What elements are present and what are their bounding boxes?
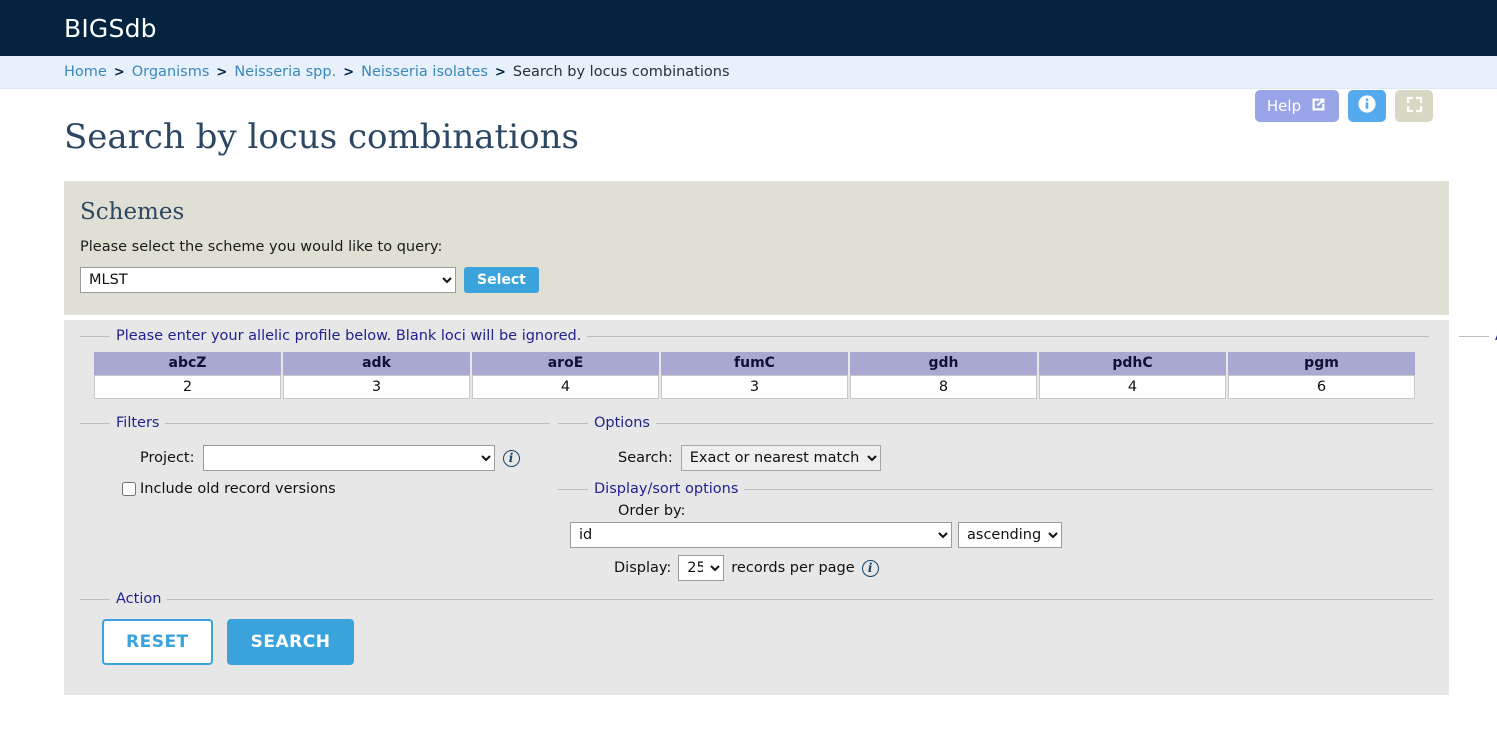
breadcrumb: Home > Organisms > Neisseria spp. > Neis… [0, 56, 1497, 89]
options-fieldset: Options Search: Exact or nearest match [558, 415, 1433, 481]
help-button-label: Help [1266, 97, 1302, 115]
locus-header-fumC: fumC [661, 352, 848, 375]
include-old-versions-label[interactable]: Include old record versions [140, 481, 336, 497]
select-scheme-button[interactable]: Select [464, 267, 539, 293]
action-fieldset: Action RESET SEARCH [80, 591, 1433, 675]
app-header: BIGSdb [0, 0, 1497, 56]
locus-header-row: abcZ adk aroE fumC gdh pdhC pgm [94, 352, 1415, 375]
query-panel: Please enter your allelic profile below.… [64, 320, 1497, 695]
page-toolbar: Help [1255, 90, 1433, 122]
locus-input-adk[interactable] [284, 376, 469, 398]
options-legend: Options [594, 415, 650, 431]
locus-value-row [94, 375, 1415, 399]
search-button[interactable]: SEARCH [226, 619, 355, 665]
locus-input-fumC[interactable] [662, 376, 847, 398]
order-by-row: id ascending [570, 522, 1421, 548]
locus-header-pdhC: pdhC [1039, 352, 1226, 375]
allelic-profile-fieldset: Please enter your allelic profile below.… [80, 328, 1429, 409]
records-per-page-select[interactable]: 25 [678, 555, 725, 581]
app-brand: BIGSdb [64, 13, 157, 43]
locus-table: abcZ adk aroE fumC gdh pdhC pgm [92, 352, 1417, 399]
help-button[interactable]: Help [1255, 90, 1339, 122]
records-per-page-row: Display: 25 records per page i [614, 555, 1421, 581]
action-buttons: RESET SEARCH [102, 619, 1421, 665]
breadcrumb-separator: > [216, 64, 228, 80]
include-old-versions-row: Include old record versions [122, 481, 538, 497]
records-per-page-suffix: records per page [731, 560, 855, 576]
breadcrumb-item-home[interactable]: Home [64, 64, 107, 80]
filters-fieldset: Filters Project: i Include old record ve… [80, 415, 550, 507]
locus-header-adk: adk [283, 352, 470, 375]
locus-header-aroE: aroE [472, 352, 659, 375]
locus-input-aroE[interactable] [473, 376, 658, 398]
locus-header-abcZ: abcZ [94, 352, 281, 375]
info-button[interactable] [1348, 90, 1386, 122]
schemes-instruction: Please select the scheme you would like … [80, 239, 443, 255]
breadcrumb-separator: > [343, 64, 355, 80]
external-link-icon [1310, 96, 1327, 117]
autofill-fieldset: Autofill profile by searching remote dat… [1459, 328, 1497, 396]
display-label: Display: [614, 560, 672, 576]
filters-column: Filters Project: i Include old record ve… [80, 415, 550, 507]
profile-autofill-row: Please enter your allelic profile below.… [80, 328, 1497, 409]
action-legend: Action [116, 591, 162, 607]
project-label: Project: [140, 450, 195, 466]
locus-header-gdh: gdh [850, 352, 1037, 375]
sort-direction-select[interactable]: ascending [958, 522, 1062, 548]
schemes-panel: Schemes Please select the scheme you wou… [64, 181, 1449, 315]
display-sort-legend: Display/sort options [594, 481, 739, 497]
expand-icon [1405, 95, 1424, 118]
locus-input-abcZ[interactable] [95, 376, 280, 398]
locus-input-pdhC[interactable] [1040, 376, 1225, 398]
breadcrumb-item-neisseria-isolates[interactable]: Neisseria isolates [361, 64, 488, 80]
filters-options-row: Filters Project: i Include old record ve… [80, 415, 1433, 591]
scheme-select[interactable]: MLST [80, 267, 456, 293]
options-column: Options Search: Exact or nearest match D… [558, 415, 1433, 591]
fullscreen-button[interactable] [1395, 90, 1433, 122]
search-mode-label: Search: [618, 450, 673, 466]
breadcrumb-separator: > [113, 64, 125, 80]
locus-header-pgm: pgm [1228, 352, 1415, 375]
locus-input-gdh[interactable] [851, 376, 1036, 398]
reset-button[interactable]: RESET [102, 619, 213, 665]
schemes-heading: Schemes [80, 199, 185, 225]
breadcrumb-item-organisms[interactable]: Organisms [132, 64, 210, 80]
project-filter-row: Project: i [140, 445, 538, 471]
locus-input-pgm[interactable] [1229, 376, 1414, 398]
display-sort-fieldset: Display/sort options Order by: id ascend… [558, 481, 1433, 591]
order-by-label: Order by: [618, 503, 686, 519]
filters-legend: Filters [116, 415, 160, 431]
display-info-icon[interactable]: i [861, 559, 879, 577]
include-old-versions-checkbox[interactable] [122, 482, 136, 496]
schemes-controls: MLST Select [80, 267, 1433, 293]
search-mode-select[interactable]: Exact or nearest match [680, 445, 881, 471]
info-circle-icon [1357, 94, 1377, 118]
project-select[interactable] [202, 445, 495, 471]
breadcrumb-item-current: Search by locus combinations [512, 64, 730, 80]
project-info-icon[interactable]: i [502, 449, 520, 467]
order-by-select[interactable]: id [570, 522, 952, 548]
autofill-controls: ST: Autofill [1471, 360, 1497, 386]
breadcrumb-item-neisseria-spp[interactable]: Neisseria spp. [234, 64, 336, 80]
autofill-legend: Autofill profile by searching remote dat… [1489, 328, 1497, 344]
search-mode-row: Search: Exact or nearest match [618, 445, 1421, 471]
breadcrumb-separator: > [494, 64, 506, 80]
allelic-profile-legend: Please enter your allelic profile below.… [116, 328, 582, 344]
